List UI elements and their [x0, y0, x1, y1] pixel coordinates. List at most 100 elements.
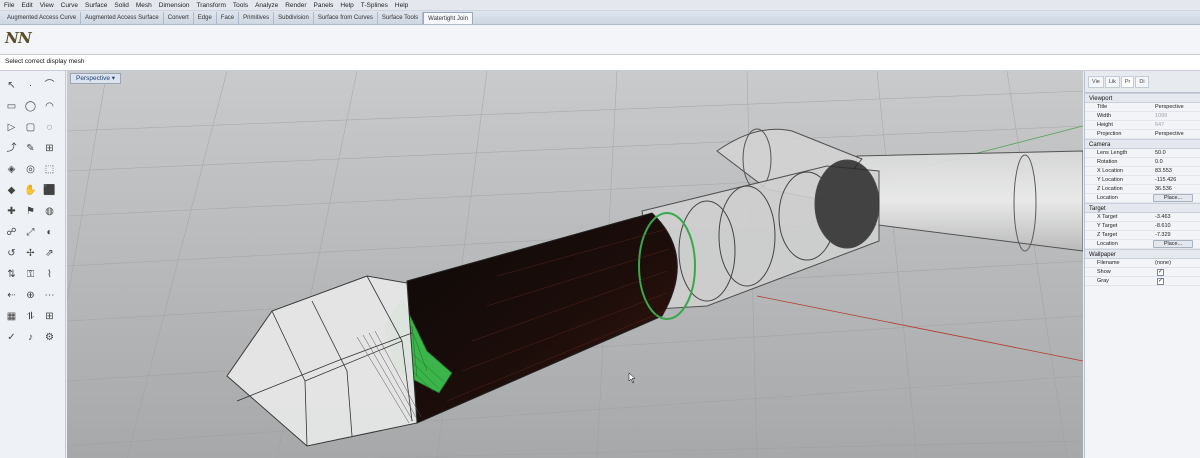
tool-button-icon[interactable]: ◆	[5, 184, 18, 197]
property-value[interactable]: -115.426	[1155, 176, 1176, 185]
tool-button-icon[interactable]: ↺	[5, 247, 18, 260]
tool-button-icon[interactable]: ⬛	[43, 184, 56, 197]
tool-button-icon[interactable]: ◐	[43, 226, 56, 239]
property-value[interactable]: 83.553	[1155, 167, 1172, 176]
viewport-dropdown-icon[interactable]: ▾	[112, 75, 115, 82]
target-place-button[interactable]: Place...	[1153, 240, 1193, 248]
tool-button-icon[interactable]: ⥮	[24, 310, 37, 323]
section-wallpaper[interactable]: Wallpaper	[1085, 249, 1200, 259]
tool-button-icon[interactable]: ⬚	[43, 163, 56, 176]
viewport-title-tab[interactable]: Perspective ▾	[70, 73, 122, 84]
command-prompt-area[interactable]: Select correct display mesh	[0, 55, 1200, 71]
camera-place-button[interactable]: Place...	[1153, 194, 1193, 202]
toolbar-tab[interactable]: Watertight Join	[423, 12, 473, 24]
tool-button-icon[interactable]: ⊕	[24, 289, 37, 302]
panel-tab[interactable]: Di	[1135, 75, 1149, 88]
tool-button-icon[interactable]: ▭	[5, 100, 18, 113]
menu-item[interactable]: File	[4, 2, 14, 9]
toolbar-tab[interactable]: Face	[217, 12, 240, 24]
property-value[interactable]: -7.329	[1155, 231, 1171, 240]
menu-item[interactable]: Curve	[61, 2, 78, 9]
property-value[interactable]: 0.0	[1155, 158, 1163, 167]
camera-location-label: Location	[1097, 195, 1118, 201]
section-camera[interactable]: Camera	[1085, 139, 1200, 149]
tool-button-icon[interactable]: ✢	[24, 247, 37, 260]
tool-button-icon[interactable]: ◈	[5, 163, 18, 176]
menu-item[interactable]: Help	[395, 2, 408, 9]
tool-button-icon[interactable]: ◎	[24, 163, 37, 176]
panel-tab[interactable]: Pr	[1120, 75, 1135, 88]
menu-item[interactable]: Surface	[85, 2, 107, 9]
toolbar-tab[interactable]: Primitives	[239, 12, 275, 24]
menu-item[interactable]: Solid	[114, 2, 128, 9]
menu-item[interactable]: Tools	[233, 2, 248, 9]
tool-button-icon[interactable]: ⌒	[43, 79, 56, 92]
wallpaper-gray-row: Gray ✓	[1085, 277, 1200, 286]
tool-button-icon[interactable]: ⇅	[5, 268, 18, 281]
t-splines-icon-2[interactable]: N	[18, 29, 32, 47]
tool-button-icon[interactable]: ♪	[24, 331, 37, 344]
tool-button-icon[interactable]: ⊞	[43, 310, 56, 323]
perspective-viewport[interactable]: Perspective ▾	[67, 71, 1083, 458]
menu-item[interactable]: Panels	[314, 2, 334, 9]
menu-item[interactable]: Transform	[197, 2, 226, 9]
menu-item[interactable]: Mesh	[136, 2, 152, 9]
panel-tab[interactable]: Lik	[1104, 75, 1120, 88]
tool-button-icon[interactable]: ▢	[24, 121, 37, 134]
tool-button-icon[interactable]: ◠	[43, 100, 56, 113]
tool-button-icon[interactable]: ✚	[5, 205, 18, 218]
menu-item[interactable]: T-Splines	[361, 2, 388, 9]
tool-button-icon[interactable]: ⤢	[24, 226, 37, 239]
tool-button-icon[interactable]: ⤴	[5, 142, 18, 155]
menu-item[interactable]: Render	[285, 2, 306, 9]
tool-button-icon[interactable]: ⌇	[43, 268, 56, 281]
menu-item[interactable]: Dimension	[159, 2, 190, 9]
tool-button-icon[interactable]: ⊞	[43, 142, 56, 155]
tool-button-icon[interactable]: ✎	[24, 142, 37, 155]
wallpaper-filename-value[interactable]: (none)	[1155, 259, 1171, 268]
property-value[interactable]: -3.463	[1155, 213, 1171, 222]
toolbar-tab[interactable]: Augmented Access Curve	[3, 12, 82, 24]
property-value[interactable]: 50.0	[1155, 149, 1166, 158]
tool-button-icon[interactable]: ◌	[43, 121, 56, 134]
section-viewport[interactable]: Viewport	[1085, 93, 1200, 103]
toolbar-tab[interactable]: Augmented Access Surface	[81, 12, 164, 24]
tool-button-icon[interactable]: ▦	[5, 310, 18, 323]
toolbar-tab[interactable]: Surface Tools	[378, 12, 424, 24]
property-value[interactable]: Perspective	[1155, 130, 1184, 139]
tool-button-icon[interactable]: ☍	[5, 226, 18, 239]
menu-bar: File Edit View Curve Surface Solid Mesh Dimensi…	[0, 0, 1200, 11]
tool-button-icon[interactable]: ▷	[5, 121, 18, 134]
section-target[interactable]: Target	[1085, 203, 1200, 213]
menu-item[interactable]: Help	[340, 2, 353, 9]
tool-button-icon[interactable]: ·	[24, 79, 37, 92]
tool-button-icon[interactable]: ⚑	[24, 205, 37, 218]
property-value[interactable]: -8.610	[1155, 222, 1171, 231]
t-splines-icon[interactable]: N	[5, 29, 19, 47]
tool-button-icon[interactable]: ⇗	[43, 247, 56, 260]
wallpaper-show-checkbox[interactable]: ✓	[1157, 269, 1164, 276]
tool-button-icon[interactable]: ⋯	[43, 289, 56, 302]
left-toolbar: ↖ · ⌒ ▭ ◯ ◠ ▷ ▢ ◌ ⤴ ✎ ⊞ ◈ ◎ ⬚ ◆ ✋ ⬛ ✚ ⚑ ◍ ☍ ⤢ ◐ ↺ ✢ ⇗ ⇅ ⚿ ⌇ ⇠ ⊕ ⋯ ▦ ⥮ ⊞ ✓ ♪ ⚙	[0, 71, 66, 458]
toolbar-tab[interactable]: Subdivision	[274, 12, 314, 24]
tool-button-icon[interactable]: ✓	[5, 331, 18, 344]
toolbar-tab[interactable]: Surface from Curves	[314, 12, 378, 24]
wallpaper-filename-label: Filename	[1097, 260, 1120, 266]
tool-button-icon[interactable]: ◍	[43, 205, 56, 218]
toolbar-tab[interactable]: Edge	[194, 12, 217, 24]
toolbar-tab[interactable]: Convert	[164, 12, 194, 24]
panel-tab[interactable]: Vie	[1088, 75, 1104, 88]
tool-button-icon[interactable]: ⚿	[24, 268, 37, 281]
menu-item[interactable]: Analyze	[255, 2, 278, 9]
menu-item[interactable]: Edit	[21, 2, 32, 9]
tool-button-icon[interactable]: ✋	[24, 184, 37, 197]
tool-button-icon[interactable]: ⚙	[43, 331, 56, 344]
viewport-scene[interactable]	[67, 71, 1083, 458]
menu-item[interactable]: View	[40, 2, 54, 9]
tool-button-icon[interactable]: ⇠	[5, 289, 18, 302]
tool-button-icon[interactable]: ↖	[5, 79, 18, 92]
wallpaper-gray-checkbox[interactable]: ✓	[1157, 278, 1164, 285]
tool-button-icon[interactable]: ◯	[24, 100, 37, 113]
property-value[interactable]: Perspective	[1155, 103, 1184, 112]
property-value[interactable]: 36.536	[1155, 185, 1172, 194]
